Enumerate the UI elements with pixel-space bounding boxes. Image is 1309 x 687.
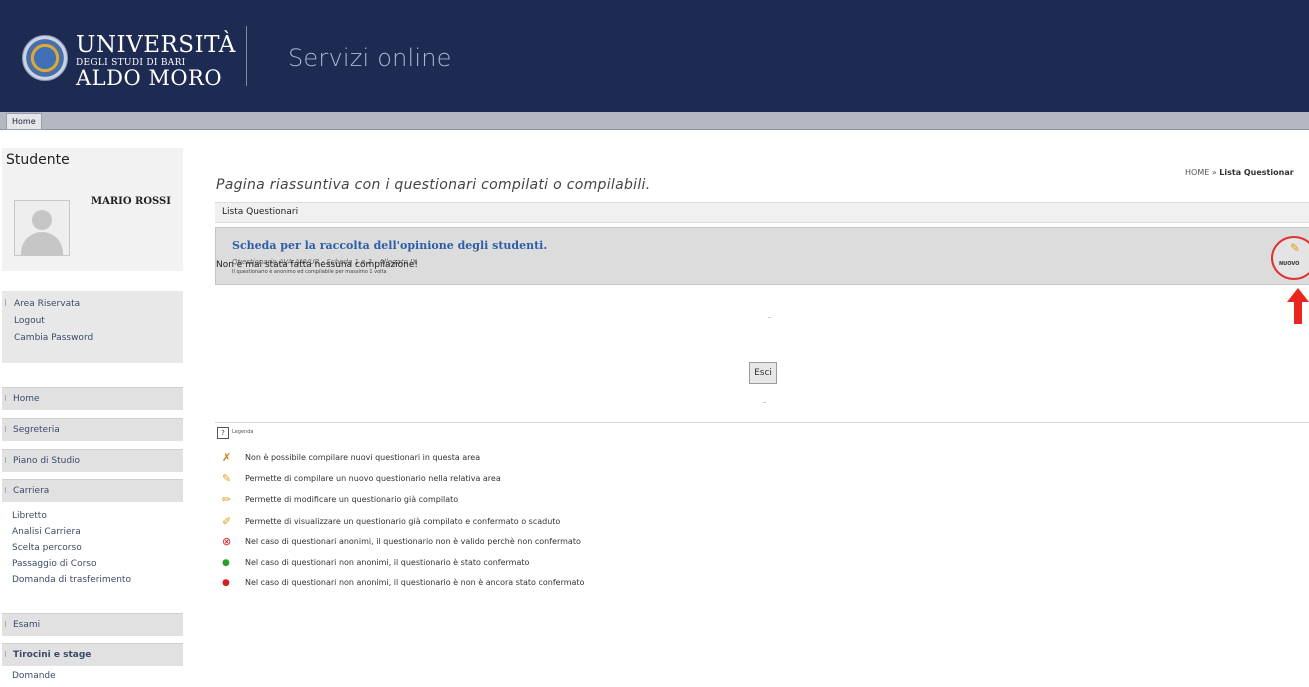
pencil-edit-icon: ✏ [222, 493, 232, 506]
sidebar-item-label: Segreteria [13, 425, 60, 435]
page-title: Pagina riassuntiva con i questionari com… [216, 177, 651, 193]
sidebar-sub-domanda-trasferimento[interactable]: Domanda di trasferimento [12, 575, 131, 585]
sidebar-sub-scelta-percorso[interactable]: Scelta percorso [12, 543, 82, 553]
sidebar-item-label: Esami [13, 620, 41, 630]
site-header: UNIVERSITÀ DEGLI STUDI DI BARI ALDO MORO… [0, 0, 1309, 112]
student-name: MARIO ROSSI [91, 196, 171, 207]
university-logo-text[interactable]: UNIVERSITÀ DEGLI STUDI DI BARI ALDO MORO [76, 34, 236, 89]
avatar-body-icon [21, 232, 63, 255]
new-button-label: NUOVO [1279, 261, 1300, 267]
no-compilation-message: Non è mai stata fatta nessuna compilazio… [216, 260, 419, 270]
menu-tick-icon [5, 487, 6, 493]
legend-item-text: Nel caso di questionari non anonimi, il … [245, 558, 530, 567]
logo-line-1: UNIVERSITÀ [76, 32, 236, 58]
list-header: Lista Questionari [215, 202, 1309, 223]
questionnaire-title: Scheda per la raccolta dell'opinione deg… [232, 239, 548, 252]
red-arrow-up-icon [1287, 288, 1309, 324]
sidebar-item-label: Piano di Studio [13, 456, 81, 466]
home-tab[interactable]: Home [6, 113, 42, 130]
pencil-view-icon: ✐ [222, 515, 232, 528]
breadcrumb-home-link[interactable]: HOME [1185, 168, 1209, 177]
pencil-new-icon: ✎ [1290, 241, 1301, 255]
avatar-head-icon [32, 210, 52, 230]
legend-title: Legenda [232, 429, 254, 435]
sidebar-sub-passaggio-di-corso[interactable]: Passaggio di Corso [12, 559, 97, 569]
legend-item-text: Non è possibile compilare nuovi question… [245, 453, 481, 462]
site-title: Servizi online [288, 44, 452, 72]
red-dot-icon: ● [222, 578, 230, 588]
main-content: HOME » Lista Questionar Pagina riassunti… [200, 130, 1309, 687]
legend-item-text: Permette di visualizzare un questionario… [245, 517, 561, 526]
list-header-label: Lista Questionari [222, 207, 299, 217]
sidebar: MARIO ROSSI Area Riservata Logout Cambia… [0, 130, 185, 687]
sidebar-item-tirocini[interactable]: Tirocini e stage [2, 643, 183, 666]
sidebar-item-esami[interactable]: Esami [2, 613, 183, 636]
reserved-area-link[interactable]: Area Riservata [14, 299, 80, 309]
legend-icon: ? [217, 427, 229, 439]
menu-tick-icon [5, 621, 6, 627]
breadcrumb-current: Lista Questionar [1219, 168, 1294, 177]
menu-tick-icon [5, 426, 6, 432]
new-questionnaire-button[interactable]: ✎ NUOVO [1271, 236, 1309, 280]
sidebar-item-home[interactable]: Home [2, 387, 183, 410]
menu-tick-icon [5, 457, 6, 463]
legend-divider [215, 422, 1309, 423]
legend-item-text: Nel caso di questionari anonimi, il ques… [245, 537, 581, 546]
breadcrumb-separator: » [1209, 168, 1220, 177]
sidebar-section-title: Studente [6, 152, 70, 168]
reserved-area-box: Area Riservata Logout Cambia Password [2, 291, 183, 363]
green-dot-icon: ● [222, 558, 230, 568]
pencil-new-icon: ✎ [222, 472, 232, 485]
reserved-area-tick [5, 299, 6, 306]
divider-dot [763, 402, 766, 403]
legend-item-text: Nel caso di questionari non anonimi, il … [245, 578, 585, 587]
sidebar-sub-analisi-carriera[interactable]: Analisi Carriera [12, 527, 81, 537]
legend-item-text: Permette di compilare un nuovo questiona… [245, 474, 501, 483]
pencil-disabled-icon: ✗ [222, 451, 232, 464]
sidebar-item-label: Tirocini e stage [13, 650, 92, 660]
menu-tick-icon [5, 395, 6, 401]
exit-button[interactable]: Esci [749, 362, 777, 384]
avatar [14, 200, 70, 256]
questionnaire-card: Scheda per la raccolta dell'opinione deg… [215, 227, 1309, 285]
sidebar-item-piano-di-studio[interactable]: Piano di Studio [2, 449, 183, 472]
university-seal-logo[interactable] [22, 35, 68, 81]
sidebar-item-label: Home [13, 394, 40, 404]
breadcrumb: HOME » Lista Questionar [1185, 168, 1294, 177]
logout-link[interactable]: Logout [14, 316, 45, 326]
change-password-link[interactable]: Cambia Password [14, 333, 93, 343]
divider-dot [768, 317, 771, 318]
sidebar-item-segreteria[interactable]: Segreteria [2, 418, 183, 441]
logo-line-3: ALDO MORO [76, 66, 223, 90]
sidebar-sub-libretto[interactable]: Libretto [12, 511, 47, 521]
sidebar-item-carriera[interactable]: Carriera [2, 479, 183, 502]
invalid-circle-icon: ⊗ [222, 535, 232, 548]
top-navigation-bar: Home [0, 112, 1309, 130]
legend-item-text: Permette di modificare un questionario g… [245, 495, 459, 504]
sidebar-sub-domande[interactable]: Domande [12, 671, 56, 681]
menu-tick-icon [5, 651, 6, 657]
header-divider [246, 26, 247, 86]
sidebar-item-label: Carriera [13, 486, 50, 496]
